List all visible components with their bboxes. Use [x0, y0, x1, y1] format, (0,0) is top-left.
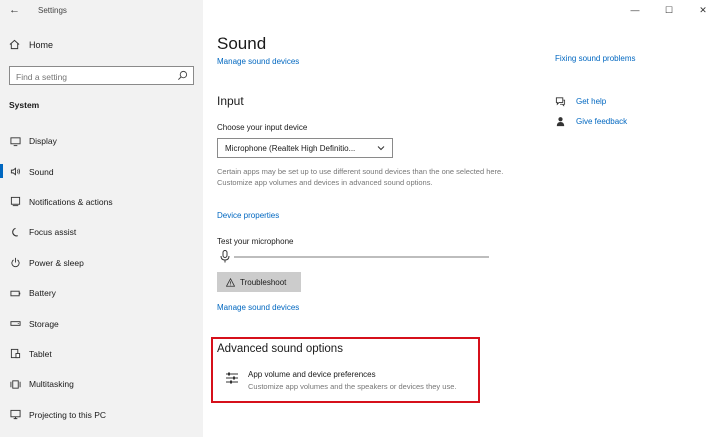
sidebar-item-storage[interactable]: Storage — [0, 308, 203, 338]
app-volume-title: App volume and device preferences — [248, 370, 376, 379]
sidebar-item-sound[interactable]: Sound — [0, 156, 203, 186]
section-label-system: System — [9, 100, 40, 110]
sidebar-item-label: Multitasking — [29, 379, 74, 390]
title-bar: ← Settings — [0, 0, 203, 22]
give-feedback-label: Give feedback — [576, 117, 628, 126]
app-volume-device-preferences[interactable]: App volume and device preferences Custom… — [225, 368, 477, 396]
feedback-icon — [556, 117, 565, 127]
get-help-link[interactable]: Get help — [555, 96, 606, 107]
manage-sound-devices-link-top[interactable]: Manage sound devices — [217, 57, 299, 66]
sidebar-item-label: Power & sleep — [29, 257, 84, 268]
sidebar-item-label: Notifications & actions — [29, 196, 113, 207]
minimize-button[interactable]: — — [618, 0, 652, 20]
sidebar-item-label: Sound — [29, 166, 54, 177]
notifications-icon — [9, 196, 21, 208]
give-feedback-link[interactable]: Give feedback — [555, 116, 627, 127]
display-icon — [9, 135, 21, 147]
chevron-down-icon — [377, 146, 385, 151]
speaker-icon — [9, 166, 21, 178]
close-button[interactable]: ✕ — [686, 0, 720, 20]
app-volume-description: Customize app volumes and the speakers o… — [248, 382, 457, 391]
sidebar-item-label: Focus assist — [29, 227, 77, 238]
sidebar-item-label: Storage — [29, 318, 59, 329]
moon-icon — [9, 226, 21, 238]
manage-sound-devices-link-bottom[interactable]: Manage sound devices — [217, 303, 299, 312]
sidebar-item-battery[interactable]: Battery — [0, 278, 203, 308]
maximize-button[interactable]: ☐ — [652, 0, 686, 20]
home-icon — [9, 39, 20, 50]
sidebar-item-label: Display — [29, 136, 57, 147]
sidebar-item-tablet[interactable]: Tablet — [0, 339, 203, 369]
input-device-dropdown[interactable]: Microphone (Realtek High Definitio... — [217, 138, 393, 158]
search-input[interactable] — [10, 68, 170, 86]
sidebar-item-power-sleep[interactable]: Power & sleep — [0, 248, 203, 278]
page-title: Sound — [217, 34, 267, 53]
sidebar-item-label: Battery — [29, 288, 56, 299]
tablet-icon — [9, 348, 21, 360]
input-help-text: Certain apps may be set up to use differ… — [217, 167, 504, 187]
projecting-icon — [9, 409, 21, 421]
sidebar-item-notifications[interactable]: Notifications & actions — [0, 187, 203, 217]
sidebar-nav: Display Sound Notifications & actions Fo… — [0, 126, 203, 430]
get-help-label: Get help — [576, 97, 607, 106]
advanced-sound-options-heading: Advanced sound options — [217, 343, 343, 355]
power-icon — [9, 257, 21, 269]
sidebar-item-display[interactable]: Display — [0, 126, 203, 156]
sidebar: ← Settings Home System Display Sound Not… — [0, 0, 203, 437]
home-nav-item[interactable]: Home — [9, 39, 53, 50]
test-microphone-label: Test your microphone — [217, 237, 294, 246]
sidebar-item-multitasking[interactable]: Multitasking — [0, 369, 203, 399]
input-device-value: Microphone (Realtek High Definitio... — [225, 143, 356, 153]
window-controls: — ☐ ✕ — [618, 0, 720, 20]
microphone-icon — [220, 250, 230, 263]
warning-icon — [226, 277, 235, 287]
search-icon[interactable] — [177, 70, 188, 81]
multitasking-icon — [9, 378, 21, 390]
microphone-level-meter — [234, 256, 489, 258]
sidebar-item-label: Tablet — [29, 348, 52, 359]
back-arrow-icon[interactable]: ← — [9, 4, 20, 16]
search-box[interactable] — [9, 66, 194, 86]
sliders-icon — [226, 372, 238, 384]
sidebar-item-focus-assist[interactable]: Focus assist — [0, 217, 203, 247]
home-label: Home — [29, 39, 54, 50]
main-content: Sound Manage sound devices Input Choose … — [211, 0, 537, 437]
get-help-icon — [555, 97, 566, 107]
troubleshoot-button[interactable]: Troubleshoot — [217, 272, 301, 292]
app-title: Settings — [38, 6, 67, 15]
choose-input-label: Choose your input device — [217, 123, 308, 132]
device-properties-link[interactable]: Device properties — [217, 211, 279, 220]
fixing-sound-problems-link[interactable]: Fixing sound problems — [555, 54, 635, 63]
sidebar-item-label: Projecting to this PC — [29, 409, 107, 420]
troubleshoot-label: Troubleshoot — [240, 277, 287, 287]
sidebar-item-projecting[interactable]: Projecting to this PC — [0, 400, 203, 430]
input-heading: Input — [217, 94, 244, 108]
battery-icon — [9, 287, 21, 299]
storage-icon — [9, 318, 21, 330]
